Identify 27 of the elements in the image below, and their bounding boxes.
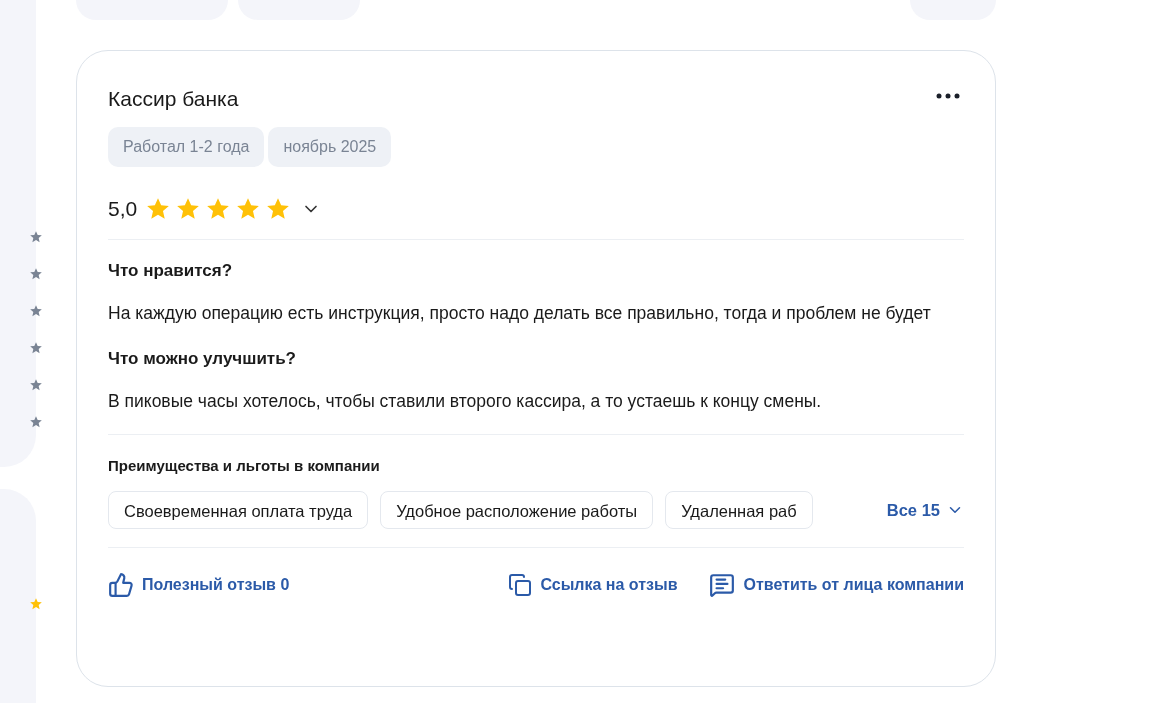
star-icon <box>29 378 43 392</box>
more-icon[interactable] <box>936 93 960 99</box>
benefits-heading: Преимущества и льготы в компании <box>108 456 381 476</box>
thumbs-up-icon <box>108 572 134 598</box>
reply-link[interactable]: Ответить от лица компании <box>709 572 964 598</box>
star-icon <box>29 341 43 355</box>
benefit-chip: Удаленная раб <box>665 491 813 529</box>
tag: Работал 1-2 года <box>108 127 265 167</box>
review-link[interactable]: Ссылка на отзыв <box>508 573 678 597</box>
star-icon <box>29 230 43 244</box>
star-icon <box>29 304 43 318</box>
review-title: Кассир банка <box>108 86 239 112</box>
rating-value: 5,0 <box>108 196 138 223</box>
section-heading: Что нравится? <box>108 260 234 282</box>
chat-icon <box>709 572 736 598</box>
tag: ноябрь 2025 <box>268 127 392 167</box>
star-icon <box>29 267 43 281</box>
star-icon <box>29 415 43 429</box>
benefit-chip: Удобное расположение работы <box>380 491 654 529</box>
review-text: На каждую операцию есть инструкция, просто надо делать все правильно, тогда и проблем не будет <box>108 302 932 325</box>
review-text: В пиковые часы хотелось, чтобы ставили второго кассира, а то устаешь к концу смены. <box>108 390 823 413</box>
show-all-button[interactable]: Все 15 <box>886 497 964 523</box>
helpful-link[interactable]: Полезный отзыв 0 <box>108 572 290 598</box>
copy-icon <box>508 573 533 597</box>
section-heading: Что можно улучшить? <box>108 348 297 370</box>
benefit-chip: Своевременная оплата труда <box>108 491 369 529</box>
star-icon <box>29 596 43 611</box>
